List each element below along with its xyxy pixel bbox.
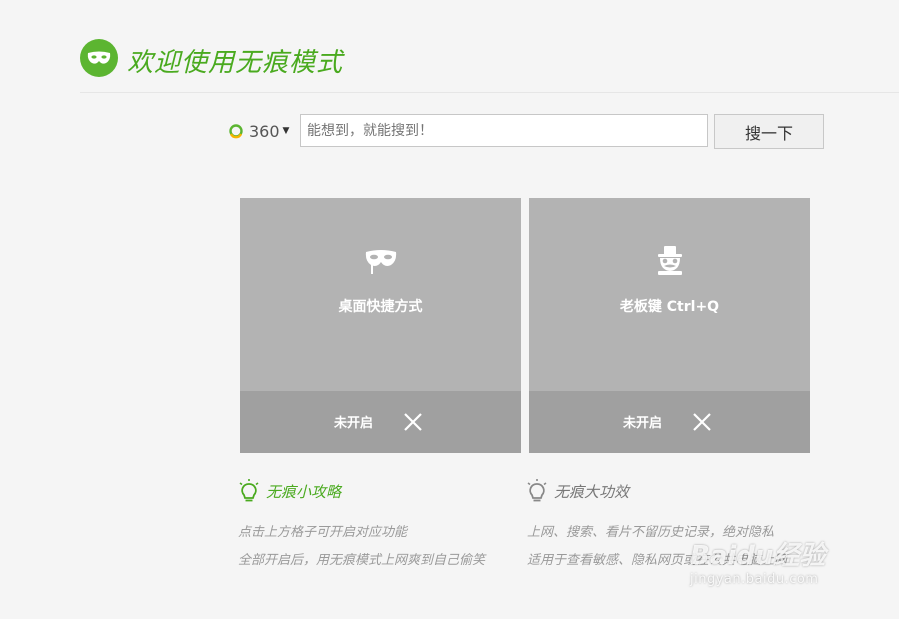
- tips-title: 无痕大功效: [554, 482, 630, 501]
- desktop-shortcut-card[interactable]: 桌面快捷方式 未开启: [240, 198, 521, 453]
- close-icon[interactable]: [402, 411, 424, 433]
- tips-guide-heading: 无痕小攻略: [238, 478, 341, 504]
- card-status-bar: 未开启: [529, 391, 810, 453]
- close-icon[interactable]: [691, 411, 713, 433]
- card-top: 老板键 Ctrl+Q: [529, 198, 810, 391]
- card-status: 未开启: [623, 416, 663, 431]
- header-divider: [80, 92, 899, 93]
- chevron-down-icon: ▼: [282, 126, 290, 136]
- 360-search-icon: [229, 124, 243, 139]
- search-engine-label: 360: [249, 121, 280, 141]
- baidu-watermark: Baidu经验 jingyan.baidu.com: [690, 535, 880, 605]
- card-label: 桌面快捷方式: [338, 299, 423, 315]
- search-engine-selector[interactable]: 360 ▼: [228, 120, 289, 142]
- card-label: 老板键 Ctrl+Q: [619, 299, 720, 315]
- card-status: 未开启: [334, 416, 374, 431]
- tip-line: 点击上方格子可开启对应功能: [238, 525, 408, 540]
- search-button[interactable]: 搜一下: [714, 114, 824, 149]
- mask-logo-icon: [80, 39, 118, 77]
- lightbulb-icon: [239, 479, 259, 502]
- search-input[interactable]: [300, 114, 708, 147]
- boss-key-card[interactable]: 老板键 Ctrl+Q 未开启: [529, 198, 810, 453]
- mask-icon: [365, 250, 396, 274]
- tips-effect-heading: 无痕大功效: [526, 478, 629, 504]
- tip-line: 全部开启后，用无痕模式上网爽到自己偷笑: [238, 553, 486, 568]
- tips-title: 无痕小攻略: [266, 482, 342, 501]
- card-status-bar: 未开启: [240, 391, 521, 453]
- watermark-text: Baidu经验: [690, 541, 826, 571]
- card-top: 桌面快捷方式: [240, 198, 521, 391]
- lightbulb-icon: [527, 479, 547, 502]
- watermark-url: jingyan.baidu.com: [690, 572, 819, 587]
- page-title: 欢迎使用无痕模式: [127, 48, 344, 78]
- boss-disguise-icon: [657, 246, 682, 275]
